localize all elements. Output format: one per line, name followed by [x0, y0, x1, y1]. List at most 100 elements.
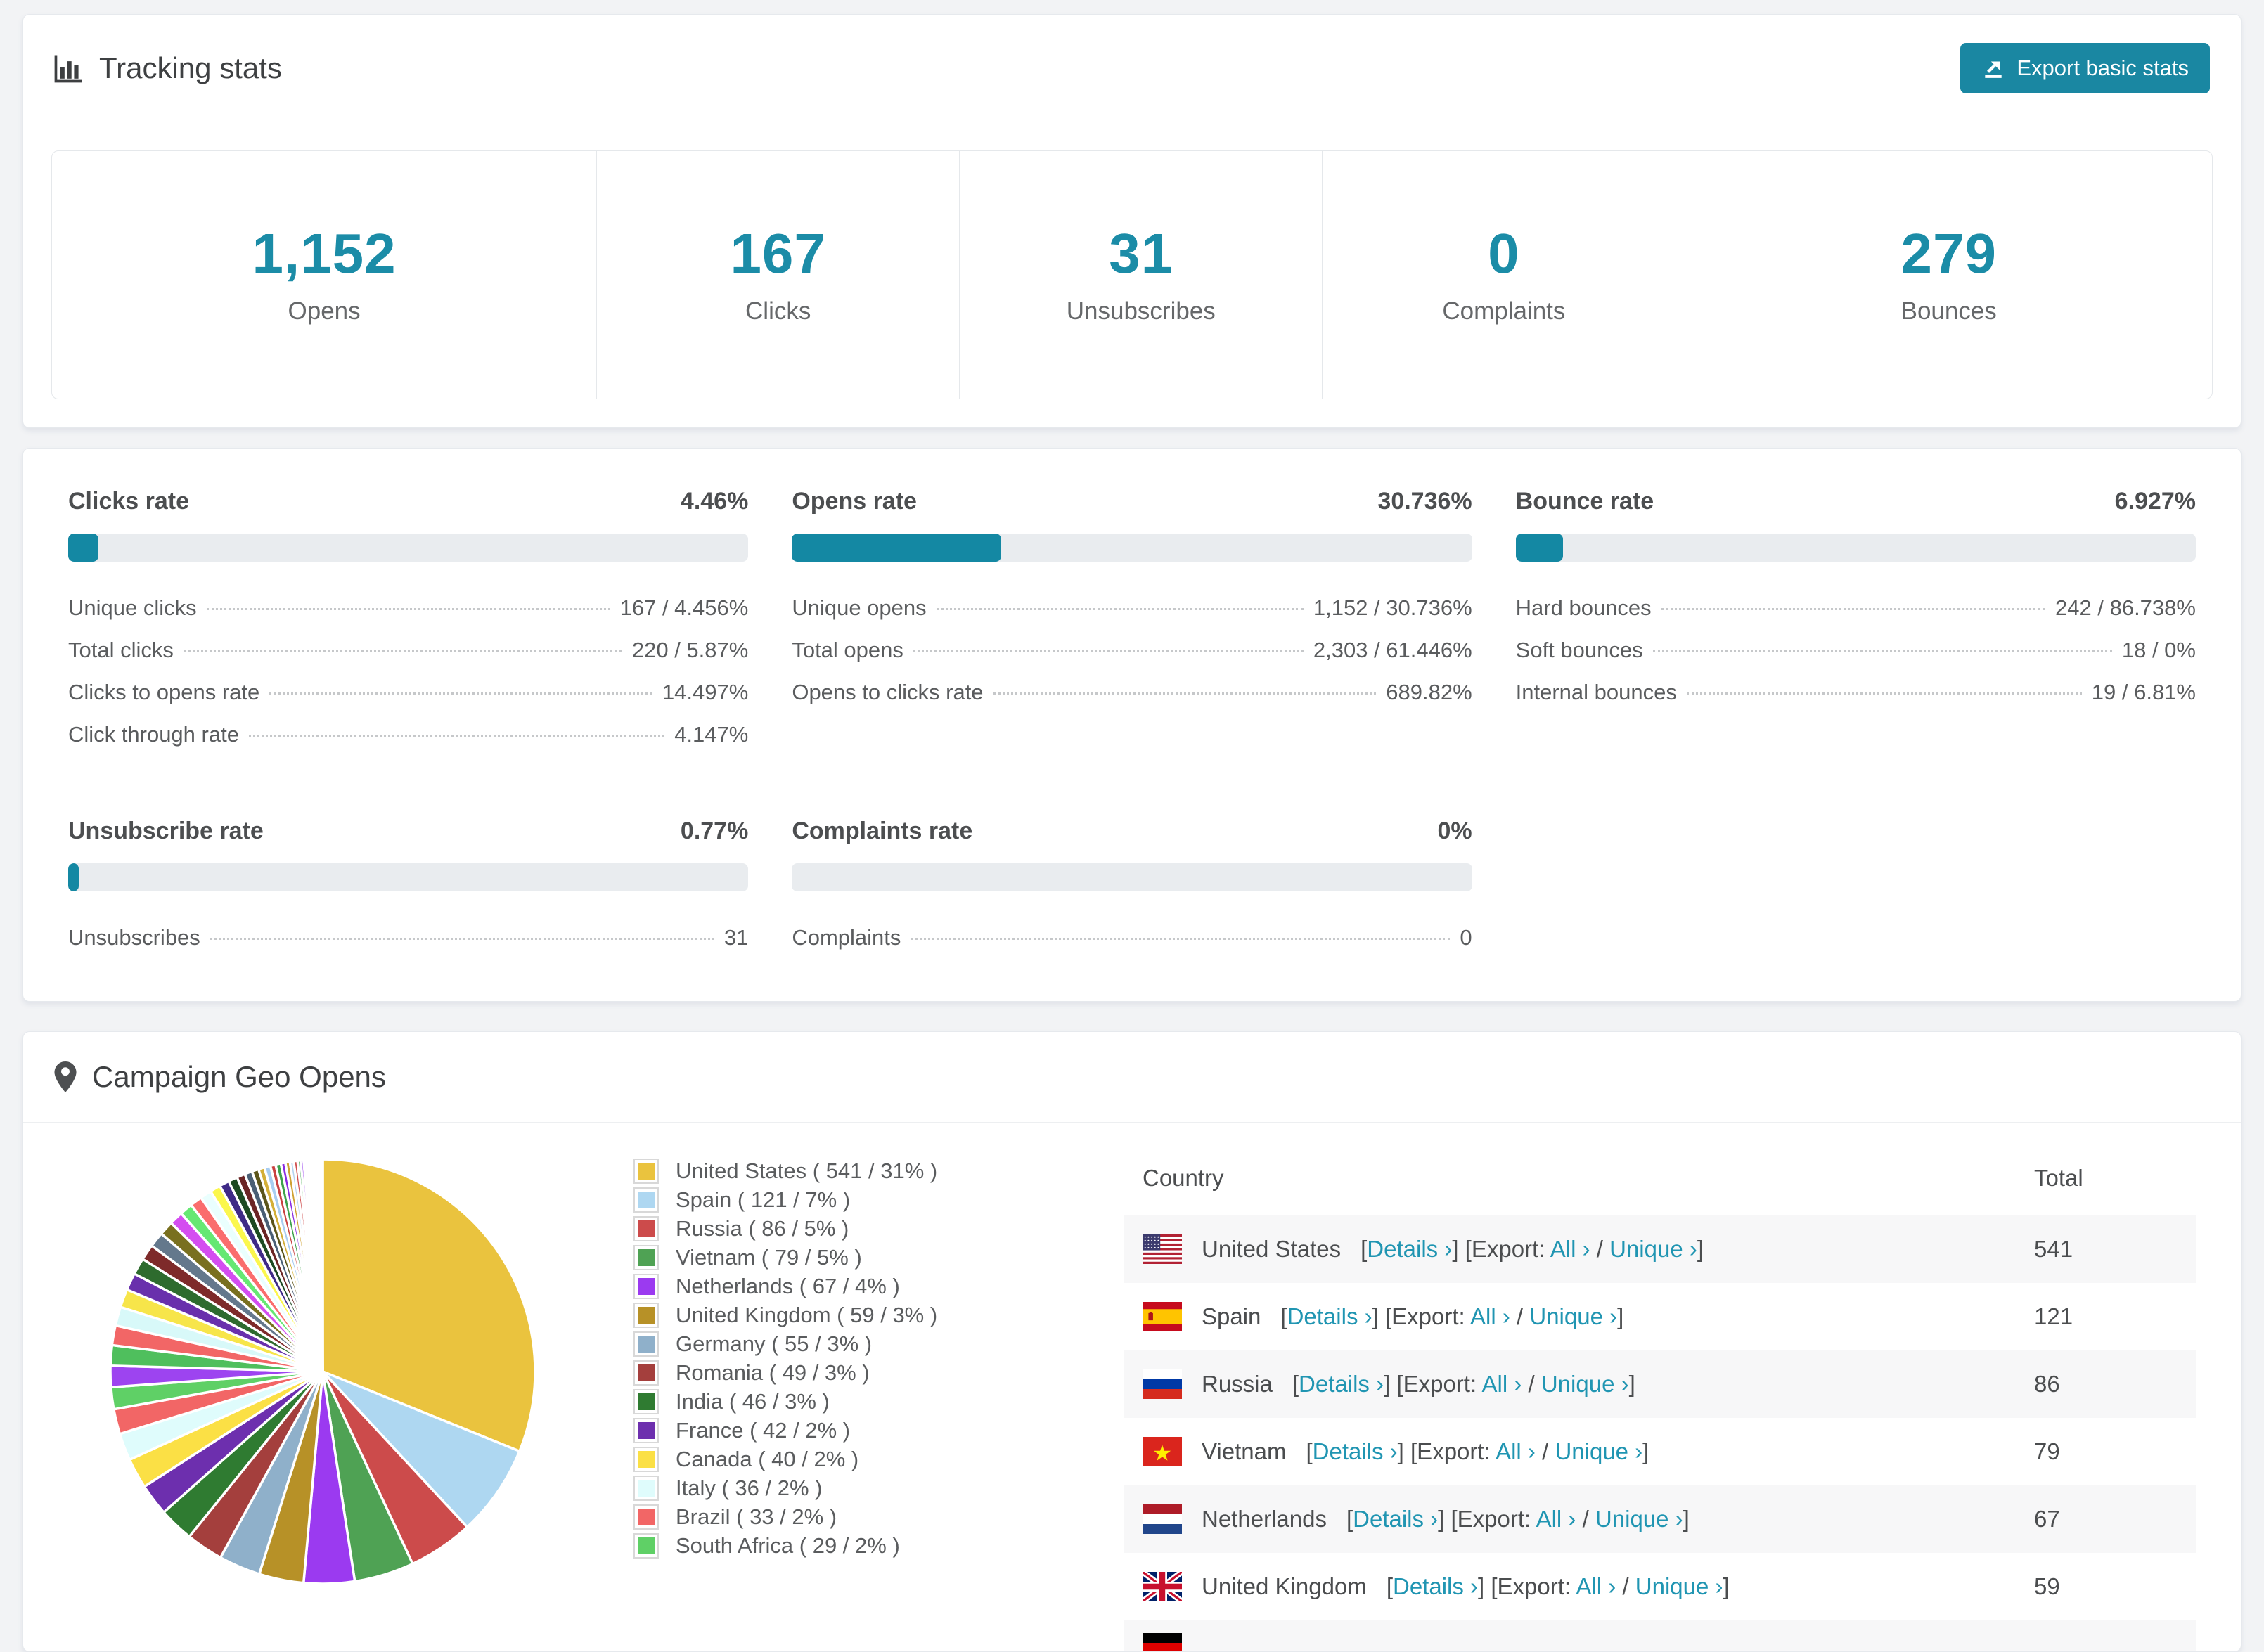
- rate-detail-row: Total clicks 220 / 5.87%: [68, 629, 748, 671]
- export-unique-link[interactable]: Unique ›: [1541, 1371, 1629, 1397]
- rate-section-complaints-rate: Complaints rate 0% Complaints 0: [792, 818, 1472, 959]
- rate-section-title: Clicks rate: [68, 488, 189, 515]
- dotted-leader: [183, 650, 622, 652]
- export-all-link[interactable]: All ›: [1481, 1371, 1522, 1397]
- flag-de-icon: [1143, 1633, 1182, 1651]
- export-unique-link[interactable]: Unique ›: [1609, 1236, 1697, 1262]
- dotted-leader: [248, 735, 665, 737]
- rate-section-opens-rate: Opens rate 30.736% Unique opens 1,152 / 30.…: [792, 488, 1472, 756]
- details-link[interactable]: Details ›: [1353, 1506, 1438, 1532]
- rate-section-value: 0%: [1437, 818, 1472, 844]
- rate-section-value: 30.736%: [1377, 488, 1472, 515]
- geo-table-header: Country Total: [1124, 1154, 2196, 1215]
- details-link[interactable]: Details ›: [1299, 1371, 1384, 1397]
- legend-label: South Africa ( 29 / 2% ): [676, 1532, 900, 1558]
- rate-detail-row: Unsubscribes 31: [68, 917, 748, 959]
- total-cell: 121: [2034, 1303, 2073, 1329]
- export-unique-link[interactable]: Unique ›: [1595, 1506, 1683, 1532]
- export-unique-link[interactable]: Unique ›: [1529, 1303, 1617, 1329]
- country-links: [Details ›] [Export: All › / Unique ›]: [1306, 1438, 1649, 1464]
- export-all-link[interactable]: All ›: [1496, 1438, 1536, 1464]
- rate-detail-row: Click through rate 4.147%: [68, 714, 748, 756]
- export-all-link[interactable]: All ›: [1536, 1506, 1576, 1532]
- legend-swatch: [633, 1446, 659, 1472]
- country-cell: Russia [Details ›] [Export: All › / Uniqu…: [1124, 1369, 2034, 1399]
- total-cell: 59: [2034, 1573, 2060, 1599]
- country-name: United States: [1202, 1236, 1342, 1262]
- rate-detail-value: 4.147%: [674, 722, 749, 747]
- rate-progress-fill: [792, 534, 1001, 562]
- details-link[interactable]: Details ›: [1313, 1438, 1398, 1464]
- total-cell: 79: [2034, 1438, 2060, 1464]
- dotted-leader: [269, 692, 652, 695]
- geo-table-row-us: United States [Details ›] [Export: All › …: [1124, 1215, 2196, 1283]
- country-links: [Details ›] [Export: All › / Unique ›]: [1292, 1371, 1635, 1397]
- export-all-link[interactable]: All ›: [1470, 1303, 1510, 1329]
- country-links: [Details ›] [Export: All › / Unique ›]: [1280, 1303, 1624, 1329]
- stat-cell-opens: 1,152 Opens: [52, 151, 596, 399]
- country-name: Russia: [1202, 1371, 1273, 1397]
- country-name: Netherlands: [1202, 1506, 1327, 1532]
- geo-table-row-gb: United Kingdom [Details ›] [Export: All ›…: [1124, 1553, 2196, 1620]
- stat-label: Clicks: [745, 297, 811, 325]
- details-link[interactable]: Details ›: [1393, 1573, 1478, 1599]
- export-unique-link[interactable]: Unique ›: [1635, 1573, 1723, 1599]
- rate-detail-label: Complaints: [792, 925, 901, 950]
- legend-item: Brazil ( 33 / 2% ): [633, 1502, 1019, 1531]
- rate-section-head: Unsubscribe rate 0.77%: [68, 818, 748, 845]
- rate-detail-label: Unsubscribes: [68, 925, 200, 950]
- total-column-header: Total: [2034, 1165, 2083, 1191]
- geo-title-row: Campaign Geo Opens: [54, 1060, 386, 1094]
- stat-value: 0: [1488, 222, 1520, 285]
- tracking-stats-header: Tracking stats Export basic stats: [23, 15, 2241, 122]
- legend-item: Netherlands ( 67 / 4% ): [633, 1272, 1019, 1301]
- rate-detail-value: 220 / 5.87%: [631, 638, 749, 662]
- export-all-link[interactable]: All ›: [1576, 1573, 1616, 1599]
- export-button-label: Export basic stats: [2017, 56, 2189, 80]
- export-basic-stats-button[interactable]: Export basic stats: [1960, 43, 2210, 93]
- country-cell: Netherlands [Details ›] [Export: All › / …: [1124, 1504, 2034, 1534]
- rate-detail-value: 0: [1460, 925, 1472, 950]
- geo-table-row-ru: Russia [Details ›] [Export: All › / Uniqu…: [1124, 1350, 2196, 1418]
- geo-pie-chart: [105, 1154, 555, 1593]
- rate-detail-value: 242 / 86.738%: [2055, 595, 2196, 620]
- legend-swatch: [633, 1158, 659, 1184]
- details-link[interactable]: Details ›: [1367, 1236, 1452, 1262]
- rate-detail-row: Complaints 0: [792, 917, 1472, 959]
- legend-item: South Africa ( 29 / 2% ): [633, 1531, 1019, 1560]
- stat-label: Bounces: [1900, 297, 1997, 325]
- rate-section-head: Complaints rate 0%: [792, 818, 1472, 845]
- rate-detail-row: Hard bounces 242 / 86.738%: [1516, 587, 2196, 629]
- dotted-leader: [210, 938, 714, 940]
- legend-label: Italy ( 36 / 2% ): [676, 1475, 823, 1500]
- legend-label: Canada ( 40 / 2% ): [676, 1446, 859, 1471]
- legend-swatch: [633, 1302, 659, 1328]
- rate-detail-value: 167 / 4.456%: [619, 595, 749, 620]
- rate-detail-value: 1,152 / 30.736%: [1313, 595, 1472, 620]
- export-all-link[interactable]: All ›: [1550, 1236, 1590, 1262]
- rate-detail-row: Clicks to opens rate 14.497%: [68, 671, 748, 714]
- rate-progress-bar: [792, 534, 1472, 562]
- tracking-stats-title-row: Tracking stats: [54, 51, 282, 85]
- legend-item: Vietnam ( 79 / 5% ): [633, 1243, 1019, 1272]
- flag-us-icon: [1143, 1234, 1182, 1264]
- legend-swatch: [633, 1273, 659, 1299]
- country-name: Spain: [1202, 1303, 1261, 1329]
- legend-label: Spain ( 121 / 7% ): [676, 1187, 851, 1212]
- details-link[interactable]: Details ›: [1287, 1303, 1372, 1329]
- rate-detail-label: Unique opens: [792, 595, 927, 620]
- geo-title: Campaign Geo Opens: [92, 1060, 386, 1093]
- page-title: Tracking stats: [99, 51, 282, 84]
- legend-item: India ( 46 / 3% ): [633, 1387, 1019, 1416]
- dotted-leader: [206, 608, 610, 610]
- country-column-header: Country: [1143, 1165, 1224, 1191]
- legend-label: Romania ( 49 / 3% ): [676, 1360, 870, 1385]
- stat-label: Unsubscribes: [1066, 297, 1216, 325]
- dotted-leader: [936, 608, 1304, 610]
- rate-progress-fill: [68, 534, 99, 562]
- export-unique-link[interactable]: Unique ›: [1555, 1438, 1642, 1464]
- rate-detail-value: 18 / 0%: [2121, 638, 2196, 662]
- dotted-leader: [1661, 608, 2046, 610]
- flag-vn-icon: [1143, 1437, 1182, 1466]
- rate-detail-value: 31: [723, 925, 749, 950]
